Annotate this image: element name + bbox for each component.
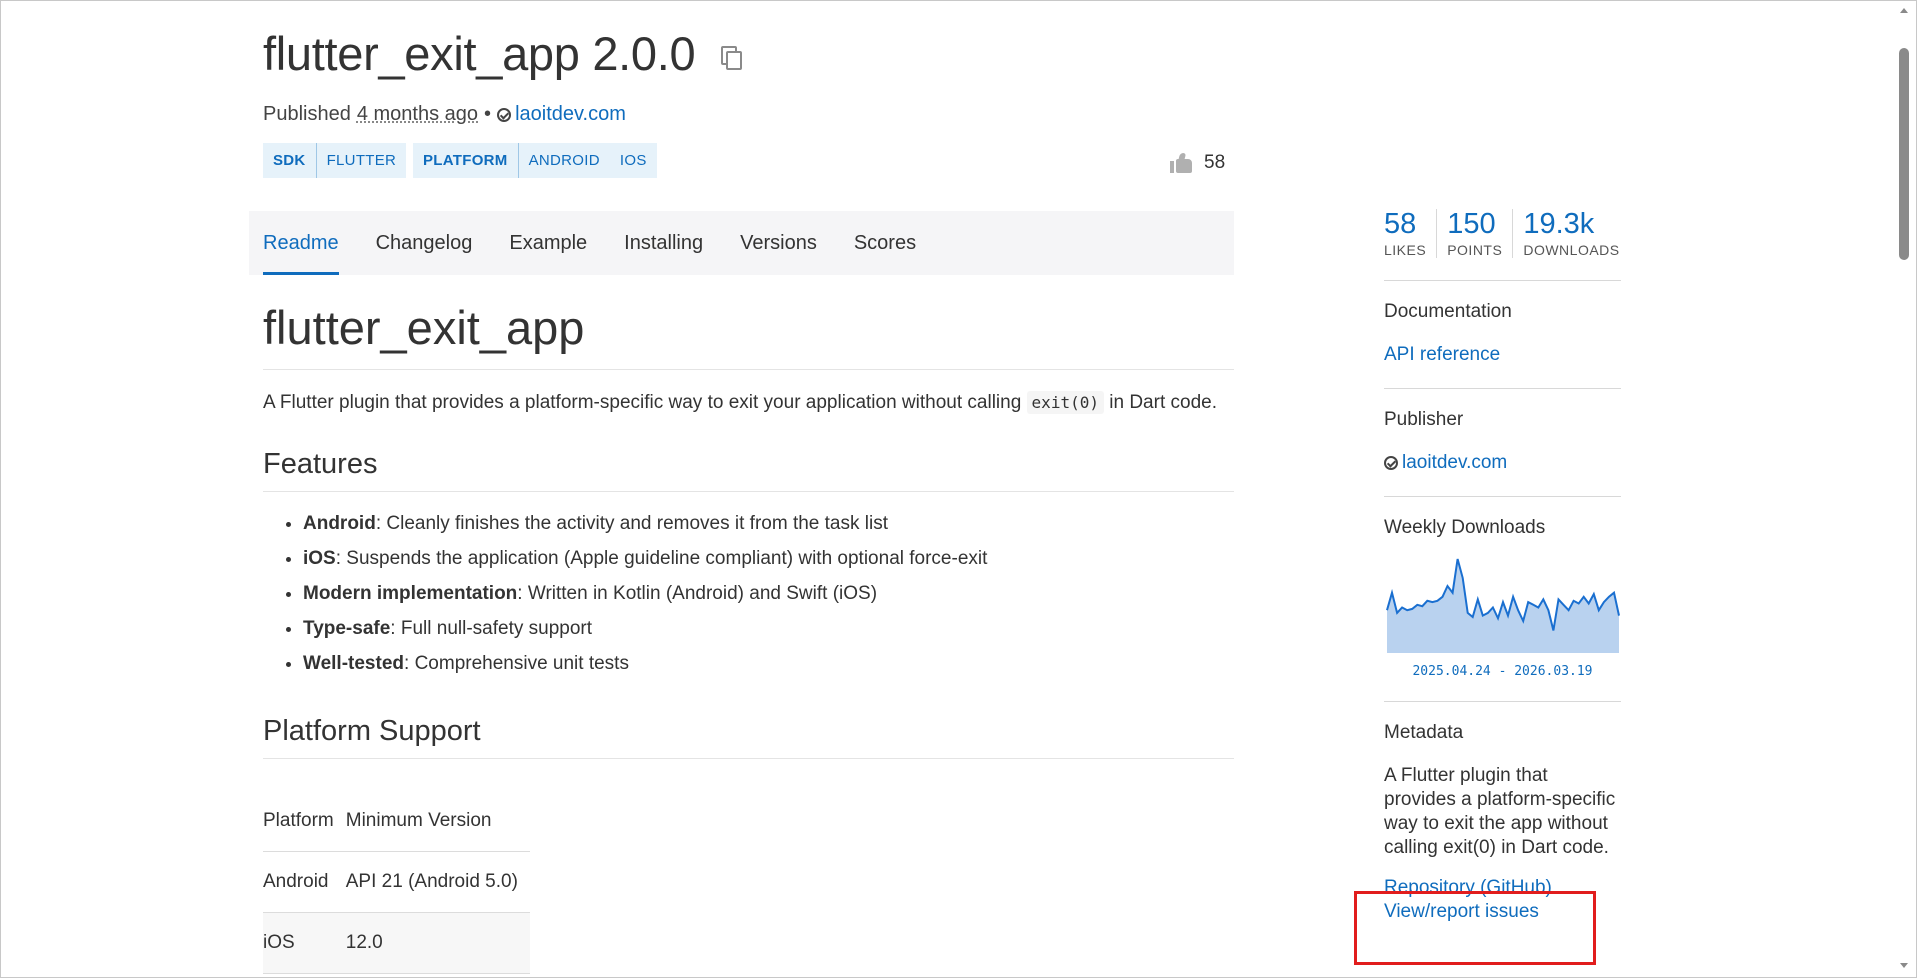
features-heading: Features — [263, 448, 1234, 492]
readme-heading: flutter_exit_app — [263, 300, 1234, 370]
desc-code: exit(0) — [1026, 391, 1104, 414]
table-row: Android API 21 (Android 5.0) — [263, 851, 530, 913]
desc-text-2: in Dart code. — [1103, 392, 1217, 413]
package-title: flutter_exit_app 2.0.0 — [263, 27, 696, 80]
downloads-sparkline — [1386, 558, 1620, 653]
feature-name: Type-safe — [303, 618, 391, 639]
list-item: Well-tested: Comprehensive unit tests — [303, 646, 1234, 681]
separator-dot: • — [484, 103, 492, 125]
table-header: Minimum Version — [345, 791, 530, 852]
table-cell: 12.0 — [345, 912, 530, 974]
sidebar: 58 LIKES 150 POINTS 19.3k DOWNLOADS Docu… — [1384, 209, 1621, 924]
desc-text-1: A Flutter plugin that provides a platfor… — [263, 392, 1027, 413]
feature-name: Well-tested — [303, 653, 405, 674]
published-time: 4 months ago — [356, 103, 479, 125]
tab-scores[interactable]: Scores — [854, 211, 916, 275]
metadata-section: Metadata A Flutter plugin that provides … — [1384, 701, 1621, 924]
stat-label: POINTS — [1447, 242, 1503, 258]
feature-text: : Cleanly finishes the activity and remo… — [375, 513, 888, 534]
tab-example[interactable]: Example — [509, 211, 587, 275]
readme-description: A Flutter plugin that provides a platfor… — [263, 388, 1234, 418]
tab-readme[interactable]: Readme — [263, 211, 339, 275]
package-header: flutter_exit_app 2.0.0 — [263, 26, 743, 81]
tag-flutter[interactable]: FLUTTER — [317, 143, 407, 178]
stat-value: 58 — [1384, 208, 1417, 240]
publisher-row: laoitdev.com — [1384, 452, 1621, 474]
report-issues-link[interactable]: View/report issues — [1384, 900, 1621, 924]
tag-platform[interactable]: PLATFORM — [413, 143, 519, 178]
feature-text: : Full null-safety support — [390, 618, 592, 639]
stat-likes[interactable]: 58 LIKES — [1384, 209, 1436, 258]
tag-android[interactable]: ANDROID — [519, 143, 610, 178]
published-prefix: Published — [263, 103, 351, 125]
stat-downloads[interactable]: 19.3k DOWNLOADS — [1512, 209, 1629, 258]
sidebar-publisher-link[interactable]: laoitdev.com — [1402, 452, 1507, 474]
list-item: Modern implementation: Written in Kotlin… — [303, 576, 1234, 611]
documentation-section: Documentation API reference — [1384, 280, 1621, 366]
tab-versions[interactable]: Versions — [740, 211, 817, 275]
tag-ios[interactable]: IOS — [610, 143, 657, 178]
tab-bar: Readme Changelog Example Installing Vers… — [249, 211, 1234, 275]
platform-tag-group: PLATFORM ANDROID IOS — [413, 143, 657, 178]
thumbs-up-icon — [1170, 153, 1192, 173]
feature-name: iOS — [303, 548, 336, 569]
scroll-down-arrow-icon[interactable] — [1900, 963, 1908, 968]
table-header-row: Platform Minimum Version — [263, 791, 530, 852]
scroll-up-arrow-icon[interactable] — [1900, 8, 1908, 13]
tag-sdk[interactable]: SDK — [263, 143, 317, 178]
weekly-downloads-section: Weekly Downloads 2025.04.24 - 2026.03.19 — [1384, 496, 1621, 679]
documentation-heading: Documentation — [1384, 301, 1512, 322]
sdk-tag-group: SDK FLUTTER — [263, 143, 407, 178]
stat-value: 19.3k — [1523, 208, 1595, 240]
features-list: Android: Cleanly finishes the activity a… — [263, 506, 1234, 681]
api-reference-link[interactable]: API reference — [1384, 344, 1621, 366]
feature-text: : Written in Kotlin (Android) and Swift … — [517, 583, 878, 604]
tab-installing[interactable]: Installing — [624, 211, 703, 275]
like-count: 58 — [1204, 152, 1226, 173]
table-header: Platform — [263, 791, 346, 852]
verified-publisher-icon — [497, 107, 512, 122]
stat-points[interactable]: 150 POINTS — [1436, 209, 1512, 258]
weekly-downloads-heading: Weekly Downloads — [1384, 517, 1546, 538]
stat-label: DOWNLOADS — [1523, 242, 1620, 258]
feature-text: : Suspends the application (Apple guidel… — [335, 548, 988, 569]
scrollbar-thumb[interactable] — [1899, 48, 1909, 260]
metadata-links: Repository (GitHub) View/report issues — [1384, 876, 1621, 924]
like-button[interactable]: 58 — [1170, 152, 1225, 174]
feature-name: Modern implementation — [303, 583, 518, 604]
chart-date-range: 2025.04.24 - 2026.03.19 — [1412, 664, 1593, 679]
copy-icon[interactable] — [721, 45, 743, 70]
publisher-heading: Publisher — [1384, 409, 1464, 430]
table-cell: iOS — [263, 912, 346, 974]
metadata-heading: Metadata — [1384, 722, 1464, 743]
table-row: iOS 12.0 — [263, 912, 530, 974]
metadata-description: A Flutter plugin that provides a platfor… — [1384, 765, 1616, 858]
feature-name: Android — [303, 513, 376, 534]
platform-support-heading: Platform Support — [263, 715, 1234, 759]
platform-support-table: Platform Minimum Version Android API 21 … — [263, 791, 530, 974]
list-item: Type-safe: Full null-safety support — [303, 611, 1234, 646]
vertical-scrollbar[interactable] — [1895, 0, 1913, 976]
list-item: Android: Cleanly finishes the activity a… — [303, 506, 1234, 541]
feature-text: : Comprehensive unit tests — [404, 653, 629, 674]
weekly-downloads-chart[interactable]: 2025.04.24 - 2026.03.19 — [1384, 553, 1621, 679]
publisher-section: Publisher laoitdev.com — [1384, 388, 1621, 474]
table-cell: Android — [263, 851, 346, 913]
list-item: iOS: Suspends the application (Apple gui… — [303, 541, 1234, 576]
table-cell: API 21 (Android 5.0) — [345, 851, 530, 913]
stat-value: 150 — [1447, 208, 1496, 240]
repository-link[interactable]: Repository (GitHub) — [1384, 876, 1621, 900]
verified-publisher-icon — [1384, 456, 1398, 470]
publisher-link[interactable]: laoitdev.com — [515, 103, 626, 126]
stats-row: 58 LIKES 150 POINTS 19.3k DOWNLOADS — [1384, 209, 1621, 258]
published-line: Published 4 months ago • laoitdev.com — [263, 103, 626, 126]
tab-changelog[interactable]: Changelog — [376, 211, 473, 275]
readme-content: flutter_exit_app A Flutter plugin that p… — [263, 300, 1234, 974]
stat-label: LIKES — [1384, 242, 1427, 258]
